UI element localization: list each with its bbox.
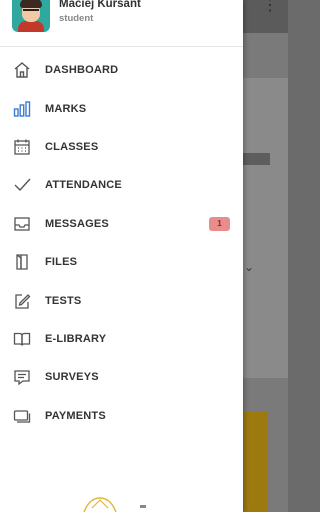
calendar-icon — [13, 138, 31, 156]
menu-item-classes[interactable]: CLASSES — [0, 128, 243, 166]
unread-badge: 1 — [209, 216, 230, 231]
avatar — [12, 0, 50, 32]
profile-header[interactable]: Maciej Kursant student — [0, 0, 243, 47]
logo-mark — [140, 505, 146, 508]
background-strip — [243, 153, 270, 165]
menu-item-messages[interactable]: MESSAGES 1 — [0, 205, 243, 243]
menu-item-label: ATTENDANCE — [45, 179, 122, 192]
menu-item-payments[interactable]: PAYMENTS — [0, 397, 243, 435]
navigation-drawer: Maciej Kursant student DASHBOARD MARKS C… — [0, 0, 243, 512]
background-card — [243, 78, 288, 378]
user-role: student — [59, 13, 94, 24]
inbox-icon — [13, 215, 31, 233]
file-icon — [13, 253, 31, 271]
menu-item-files[interactable]: FILES — [0, 243, 243, 281]
menu-item-label: SURVEYS — [45, 371, 99, 384]
bar-chart-icon — [13, 100, 31, 118]
survey-icon — [13, 368, 31, 386]
payment-icon — [13, 407, 31, 425]
book-icon — [13, 330, 31, 348]
chevron-down-icon: ⌄ — [244, 260, 255, 274]
more-options-icon[interactable]: ⋮ — [262, 0, 278, 14]
menu-item-label: E-LIBRARY — [45, 332, 107, 345]
menu-list: DASHBOARD MARKS CLASSES ATTENDANCE MESSA… — [0, 51, 243, 435]
menu-item-surveys[interactable]: SURVEYS — [0, 358, 243, 396]
edit-icon — [13, 292, 31, 310]
menu-item-dashboard[interactable]: DASHBOARD — [0, 51, 243, 89]
checkmark-icon — [13, 176, 31, 194]
menu-item-e-library[interactable]: E-LIBRARY — [0, 320, 243, 358]
menu-item-marks[interactable]: MARKS — [0, 89, 243, 127]
menu-item-label: TESTS — [45, 294, 82, 307]
menu-item-attendance[interactable]: ATTENDANCE — [0, 166, 243, 204]
user-name: Maciej Kursant — [59, 0, 141, 10]
menu-item-label: MARKS — [45, 102, 87, 115]
menu-item-label: MESSAGES — [45, 217, 109, 230]
background-yellow-card — [243, 412, 268, 512]
school-logo — [83, 497, 117, 512]
menu-item-label: CLASSES — [45, 140, 99, 153]
menu-item-label: FILES — [45, 256, 78, 269]
menu-item-tests[interactable]: TESTS — [0, 281, 243, 319]
menu-item-label: DASHBOARD — [45, 64, 119, 77]
home-icon — [13, 61, 31, 79]
menu-item-label: PAYMENTS — [45, 409, 106, 422]
